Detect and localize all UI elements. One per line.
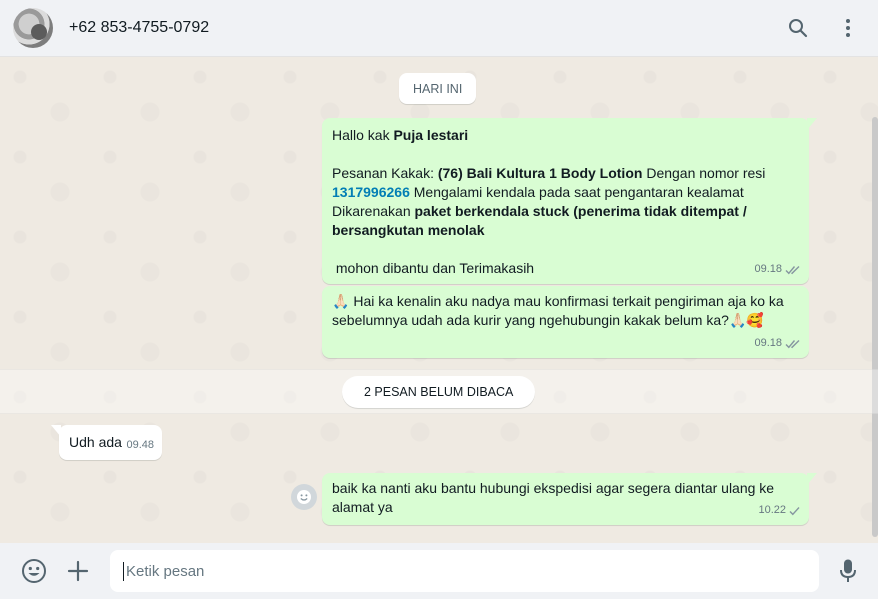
header-actions [786, 16, 860, 40]
contact-avatar[interactable] [13, 8, 53, 48]
message-bubble-outgoing[interactable]: baik ka nanti aku bantu hubungi ekspedis… [322, 473, 817, 525]
emoji-button[interactable] [20, 557, 48, 585]
message-text: Hallo kak Puja lestari Pesanan Kakak: (7… [332, 126, 799, 278]
bubble-tail [807, 473, 817, 485]
message-meta: 09.48 [126, 436, 154, 455]
message-meta: 10.22 [758, 501, 801, 520]
message-text-part: mohon dibantu dan Terimakasih [335, 260, 535, 276]
message-text-part: Hai ka kenalin aku nadya mau konfirmasi … [332, 293, 784, 328]
date-chip: HARI INI [399, 73, 477, 104]
customer-name: Puja lestari [393, 127, 469, 143]
message-text-part: Hallo kak [332, 127, 394, 143]
contact-name[interactable]: +62 853-4755-0792 [69, 19, 209, 37]
message-meta: 09.18 [754, 334, 801, 353]
bubble-tail [51, 425, 61, 437]
message-text-part: Dengan nomor resi [642, 165, 766, 181]
sent-tick-icon [789, 506, 800, 515]
plus-icon [67, 560, 89, 582]
message-input[interactable] [126, 562, 819, 580]
message-text-part: Dikarenakan [332, 203, 415, 219]
product-name: (76) Bali Kultura 1 Body Lotion [437, 165, 643, 181]
message-bubble-outgoing[interactable]: 🙏🏻 Hai ka kenalin aku nadya mau konfirma… [322, 286, 809, 358]
emoji-group: 🙏🏻🥰 [728, 312, 764, 328]
message-text: baik ka nanti aku bantu hubungi ekspedis… [332, 480, 775, 515]
voice-message-button[interactable] [834, 557, 862, 585]
message-text-part: Pesanan Kakak: [332, 165, 438, 181]
message-time: 10.22 [758, 504, 786, 516]
mic-icon [840, 559, 856, 582]
search-icon[interactable] [786, 16, 810, 40]
message-time: 09.18 [754, 337, 782, 349]
message-bubble-outgoing[interactable]: Hallo kak Puja lestari Pesanan Kakak: (7… [322, 118, 817, 284]
message-time: 09.18 [754, 263, 782, 275]
smiley-icon [297, 490, 311, 504]
menu-icon[interactable] [836, 16, 860, 40]
tracking-number-link[interactable]: 1317996266 [332, 184, 410, 200]
read-ticks-icon [785, 265, 800, 274]
read-ticks-icon [785, 339, 800, 348]
message-meta: 09.18 [754, 260, 801, 279]
reaction-button[interactable] [291, 484, 317, 510]
attach-button[interactable] [64, 557, 92, 585]
emoji-icon [22, 559, 46, 583]
pray-emoji: 🙏🏻 [332, 293, 350, 309]
text-caret [123, 561, 124, 581]
chat-area[interactable]: HARI INI Hallo kak Puja lestari Pesanan … [0, 57, 878, 543]
unread-messages-chip: 2 PESAN BELUM DIBACA [342, 376, 536, 408]
message-composer [0, 543, 878, 599]
message-text: 🙏🏻 Hai ka kenalin aku nadya mau konfirma… [332, 292, 799, 330]
chat-header: +62 853-4755-0792 [0, 0, 878, 57]
message-text-part: Mengalami kendala pada saat pengantaran … [409, 184, 744, 200]
bubble-tail [807, 118, 817, 130]
message-input-wrapper[interactable] [110, 550, 819, 592]
message-bubble-incoming[interactable]: Udh ada 09.48 [51, 425, 162, 460]
message-time: 09.48 [126, 439, 154, 451]
chat-scrollbar[interactable] [872, 117, 878, 537]
